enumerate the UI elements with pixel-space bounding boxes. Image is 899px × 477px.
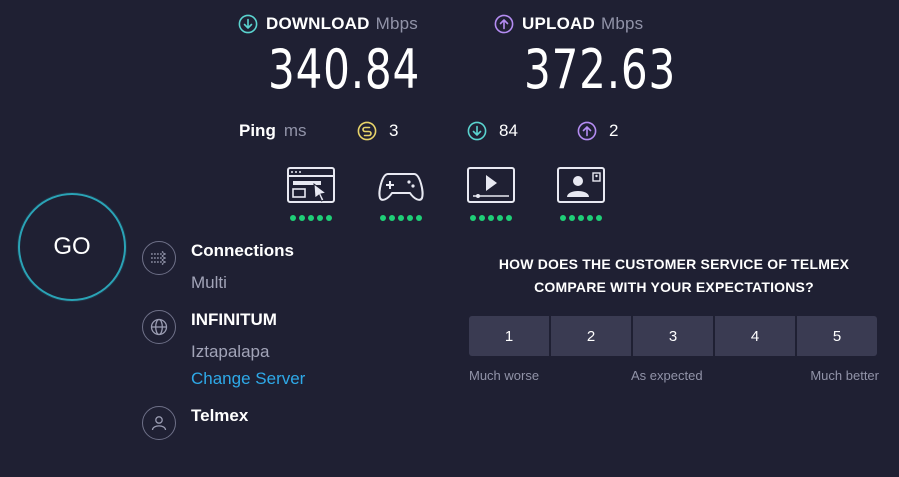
web-browsing-score [286,215,336,221]
video-streaming-rating [466,166,516,221]
upload-label: UPLOAD [522,14,595,33]
idle-latency-icon [357,121,377,141]
user-icon [142,406,176,440]
rating-option-5[interactable]: 5 [797,316,877,356]
rating-option-2[interactable]: 2 [551,316,631,356]
ping-label-group: Ping ms [239,121,307,141]
upload-latency-icon [577,121,597,141]
gaming-icon [378,173,424,201]
download-header: DOWNLOAD Mbps [238,14,418,34]
ping-upload: 2 [577,121,618,141]
gaming-rating [376,166,426,221]
ping-idle-value: 3 [389,121,399,140]
connections-title: Connections [191,241,294,260]
video-streaming-icon [467,167,515,203]
ping-upload-value: 2 [609,121,619,140]
upload-header: UPLOAD Mbps [494,14,643,34]
ping-idle: 3 [357,121,398,141]
scale-low-label: Much worse [469,368,540,383]
ping-download-value: 84 [499,121,518,140]
rating-option-3[interactable]: 3 [633,316,713,356]
connections-value[interactable]: Multi [191,273,227,293]
download-unit: Mbps [375,14,418,33]
change-server-link[interactable]: Change Server [191,369,305,389]
scale-mid-label: As expected [631,368,703,383]
video-streaming-score [466,215,516,221]
provider-name: Telmex [191,406,249,425]
upload-unit: Mbps [600,14,644,33]
ping-label: Ping [239,121,276,140]
download-label: DOWNLOAD [266,14,370,33]
download-speed-value: 340.84 [268,38,421,101]
download-latency-icon [467,121,487,141]
server-location: Iztapalapa [191,342,270,361]
rating-option-4[interactable]: 4 [715,316,795,356]
scale-high-label: Much better [810,368,879,383]
upload-arrow-icon [494,14,514,34]
web-browsing-rating [286,166,336,221]
ping-unit: ms [283,121,307,140]
download-arrow-icon [238,14,258,34]
server-name: INFINITUM [191,310,277,329]
video-chat-score [556,215,606,221]
upload-speed-value: 372.63 [524,38,677,101]
web-browsing-icon [287,167,335,203]
video-chat-rating [556,166,606,221]
connections-icon [142,241,176,275]
rating-scale: 1 2 3 4 5 [469,316,877,356]
survey-question-line1: HOW DOES THE CUSTOMER SERVICE OF TELMEX [498,256,850,272]
survey-question: HOW DOES THE CUSTOMER SERVICE OF TELMEX … [468,253,880,299]
rating-option-1[interactable]: 1 [469,316,549,356]
survey-question-line2: COMPARE WITH YOUR EXPECTATIONS? [534,279,814,295]
globe-icon [142,310,176,344]
go-button[interactable]: GO [18,193,126,301]
ping-download: 84 [467,121,518,141]
video-chat-icon [557,167,605,203]
gaming-score [376,215,426,221]
